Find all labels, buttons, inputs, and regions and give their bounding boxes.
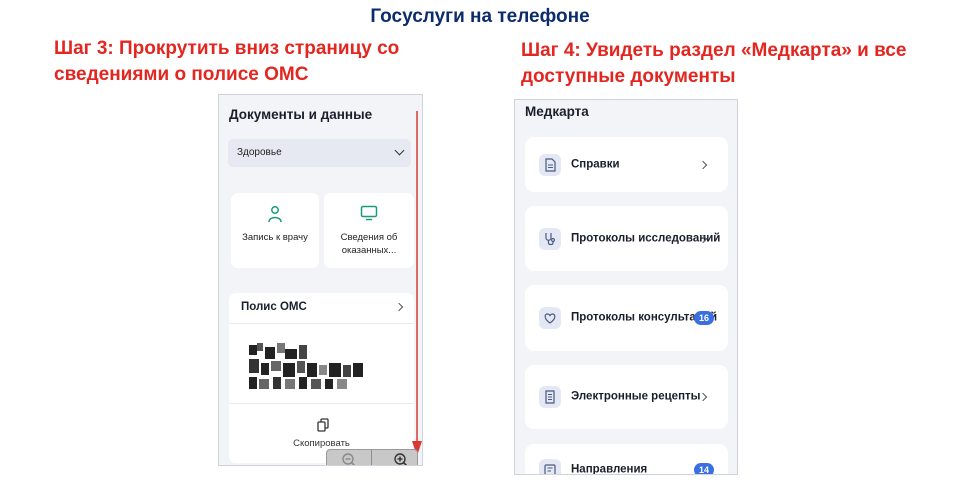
- scroll-down-arrow: [412, 111, 422, 456]
- medcard-item-certificates[interactable]: Справки: [525, 137, 728, 192]
- medcard-item-label: Направления: [571, 463, 648, 475]
- medcard-item-label: Электронные рецепты: [571, 390, 701, 403]
- phone-screenshot-documents: Документы и данные Здоровье Запись к вра…: [218, 94, 423, 466]
- referral-icon: [539, 459, 561, 474]
- copy-icon[interactable]: [317, 418, 329, 437]
- prescription-icon: [539, 386, 561, 408]
- tile-label: Сведения об оказанных...: [340, 232, 398, 256]
- zoom-in-icon[interactable]: [393, 452, 409, 465]
- step4-instruction: Шаг 4: Увидеть раздел «Медкарта» и все д…: [521, 40, 907, 87]
- monitor-icon: [360, 205, 378, 224]
- stethoscope-icon: [539, 227, 561, 250]
- medcard-item-referrals[interactable]: Направления 14: [525, 444, 728, 475]
- zoom-out-icon[interactable]: [341, 452, 357, 465]
- phone-screenshot-medcard: Медкарта Справки Протоколы исследований: [514, 99, 738, 475]
- document-icon: [539, 153, 561, 176]
- doctor-appointment-tile[interactable]: Запись к врачу: [231, 193, 319, 268]
- zoom-separator: [371, 450, 372, 465]
- chevron-right-icon: [698, 160, 708, 169]
- medcard-item-consultation-protocols[interactable]: Протоколы консультаций 16: [525, 285, 728, 351]
- category-select-value: Здоровье: [237, 147, 282, 158]
- oms-policy-title: Полис ОМС: [241, 301, 307, 313]
- divider: [229, 323, 414, 324]
- medcard-item-prescriptions[interactable]: Электронные рецепты: [525, 365, 728, 429]
- services-info-tile[interactable]: Сведения об оказанных...: [324, 193, 414, 268]
- copy-button[interactable]: Скопировать: [229, 438, 414, 449]
- divider: [229, 403, 414, 404]
- medcard-item-research-protocols[interactable]: Протоколы исследований: [525, 206, 728, 271]
- count-badge: 14: [693, 463, 714, 474]
- page-title: Медкарта: [525, 104, 589, 119]
- heart-icon: [539, 307, 561, 329]
- page-title: Документы и данные: [229, 107, 373, 122]
- tile-label: Запись к врачу: [242, 232, 308, 243]
- medcard-item-label: Справки: [571, 158, 620, 170]
- slide-title: Госуслуги на телефоне: [370, 6, 590, 27]
- doctor-icon: [267, 205, 283, 226]
- category-select[interactable]: Здоровье: [228, 139, 411, 167]
- oms-policy-card[interactable]: Полис ОМС Скопировать: [229, 293, 414, 463]
- pixelated-policy-number: [249, 343, 369, 389]
- chevron-right-icon: [394, 302, 404, 312]
- count-badge: 16: [693, 311, 714, 325]
- chevron-down-icon: [394, 145, 405, 156]
- step3-instruction: Шаг 3: Прокрутить вниз страницу со сведе…: [54, 38, 400, 85]
- zoom-controls: [326, 449, 418, 465]
